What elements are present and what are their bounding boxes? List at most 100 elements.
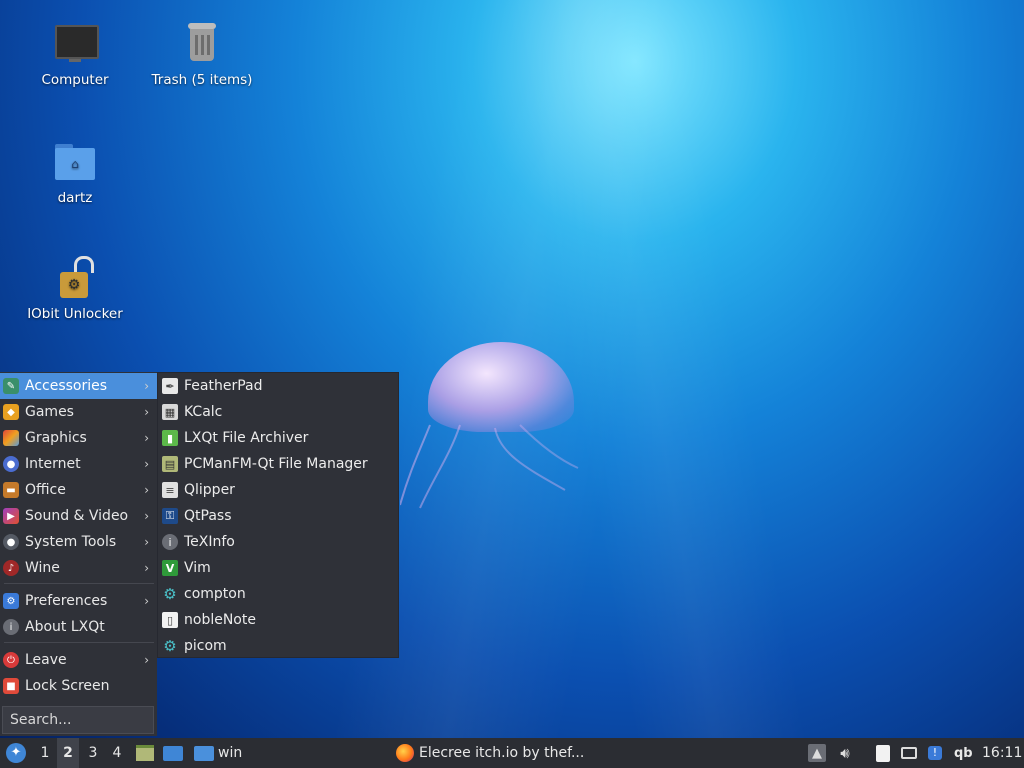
update-notifier-icon[interactable]: ! <box>926 744 944 762</box>
menu-item-graphics[interactable]: Graphics › <box>0 425 157 451</box>
games-icon: ◆ <box>3 404 19 420</box>
workspace-1[interactable]: 1 <box>34 738 56 768</box>
taskbar-folder-label: win <box>218 745 243 761</box>
desktop-icon-label: dartz <box>57 190 93 206</box>
menu-item-games[interactable]: ◆ Games › <box>0 399 157 425</box>
submenu-item-pcmanfm[interactable]: ▤ PCManFM-Qt File Manager <box>158 451 398 477</box>
submenu-item-label: Qlipper <box>184 482 235 498</box>
chevron-right-icon: › <box>144 457 149 471</box>
taskbar-window-firefox[interactable]: Elecree itch.io by thef... <box>396 738 584 768</box>
graphics-icon <box>3 430 19 446</box>
tray-up-arrow-icon[interactable]: ▲ <box>808 744 826 762</box>
desktop-icon-trash[interactable]: Trash (5 items) <box>147 22 257 88</box>
clipboard-tray-icon[interactable] <box>874 744 892 762</box>
menu-item-label: Graphics <box>25 430 87 446</box>
qbittorrent-tray-icon[interactable]: qb <box>954 738 973 768</box>
clock-time: 16:11 <box>982 745 1023 761</box>
internet-icon: ● <box>3 456 19 472</box>
note-icon: ▯ <box>162 612 178 628</box>
menu-item-label: Preferences <box>25 593 108 609</box>
firefox-icon <box>396 744 414 762</box>
submenu-item-label: Vim <box>184 560 211 576</box>
password-icon: ⚿ <box>162 508 178 524</box>
submenu-item-qtpass[interactable]: ⚿ QtPass <box>158 503 398 529</box>
menu-item-office[interactable]: ▬ Office › <box>0 477 157 503</box>
unlocker-icon: ⚙ <box>52 256 98 302</box>
desktop-icon-home[interactable]: ⌂ dartz <box>20 140 130 206</box>
submenu-item-compton[interactable]: ⚙ compton <box>158 581 398 607</box>
menu-item-label: Games <box>25 404 74 420</box>
file-manager-icon: ▤ <box>162 456 178 472</box>
menu-item-sound-video[interactable]: ▶ Sound & Video › <box>0 503 157 529</box>
workspace-label: 1 <box>40 745 50 761</box>
lxqt-logo-icon: ✦ <box>6 743 26 763</box>
submenu-item-texinfo[interactable]: i TeXInfo <box>158 529 398 555</box>
submenu-item-label: compton <box>184 586 246 602</box>
desktop-icon <box>163 745 183 761</box>
chevron-right-icon: › <box>144 535 149 549</box>
submenu-item-file-archiver[interactable]: ▮ LXQt File Archiver <box>158 425 398 451</box>
submenu-item-label: FeatherPad <box>184 378 263 394</box>
desktop-icon-iobit-unlocker[interactable]: ⚙ IObit Unlocker <box>20 256 130 322</box>
workspace-4[interactable]: 4 <box>106 738 128 768</box>
quicklaunch-file-manager[interactable] <box>134 738 156 768</box>
network-icon[interactable] <box>900 744 918 762</box>
desktop-icon-label: Trash (5 items) <box>151 72 253 88</box>
preferences-icon: ⚙ <box>3 593 19 609</box>
submenu-item-vim[interactable]: V Vim <box>158 555 398 581</box>
menu-separator <box>4 642 154 643</box>
submenu-item-featherpad[interactable]: ✒ FeatherPad <box>158 373 398 399</box>
menu-item-system-tools[interactable]: ● System Tools › <box>0 529 157 555</box>
chevron-right-icon: › <box>144 483 149 497</box>
workspace-2[interactable]: 2 <box>57 738 79 768</box>
file-manager-icon <box>136 745 154 761</box>
submenu-item-picom[interactable]: ⚙ picom <box>158 633 398 659</box>
chevron-right-icon: › <box>144 509 149 523</box>
volume-icon[interactable]: 🔊︎ <box>836 744 854 762</box>
gear-icon: ⚙ <box>163 637 177 655</box>
calculator-icon: ▦ <box>162 404 178 420</box>
menu-item-wine[interactable]: ♪ Wine › <box>0 555 157 581</box>
submenu-item-noblenote[interactable]: ▯ nobleNote <box>158 607 398 633</box>
chevron-right-icon: › <box>144 431 149 445</box>
menu-item-label: About LXQt <box>25 619 105 635</box>
quicklaunch-desktop[interactable] <box>162 738 184 768</box>
submenu-item-qlipper[interactable]: ≡ Qlipper <box>158 477 398 503</box>
chevron-right-icon: › <box>144 405 149 419</box>
workspace-label: 3 <box>88 745 98 761</box>
clock[interactable]: 16:11 <box>982 738 1022 768</box>
submenu-item-label: LXQt File Archiver <box>184 430 309 446</box>
menu-item-accessories[interactable]: ✎ Accessories › <box>0 373 157 399</box>
office-icon: ▬ <box>3 482 19 498</box>
search-placeholder: Search... <box>10 712 72 728</box>
taskbar-folder-win[interactable]: win <box>194 738 242 768</box>
wallpaper-tentacles <box>400 424 579 509</box>
menu-item-label: Wine <box>25 560 60 576</box>
menu-item-label: Lock Screen <box>25 678 110 694</box>
menu-item-internet[interactable]: ● Internet › <box>0 451 157 477</box>
taskbar-window-title: Elecree itch.io by thef... <box>419 745 585 761</box>
menu-item-label: Office <box>25 482 66 498</box>
archive-icon: ▮ <box>162 430 178 446</box>
featherpad-icon: ✒ <box>162 378 178 394</box>
desktop-icon-label: IObit Unlocker <box>27 306 123 322</box>
menu-item-preferences[interactable]: ⚙ Preferences › <box>0 588 157 614</box>
menu-item-label: Leave <box>25 652 67 668</box>
submenu-item-label: KCalc <box>184 404 223 420</box>
submenu-item-kcalc[interactable]: ▦ KCalc <box>158 399 398 425</box>
submenu-item-label: QtPass <box>184 508 232 524</box>
menu-item-about-lxqt[interactable]: i About LXQt <box>0 614 157 640</box>
monitor-icon <box>52 22 99 68</box>
menu-separator <box>4 583 154 584</box>
menu-item-leave[interactable]: ⏻ Leave › <box>0 647 157 673</box>
menu-item-lock-screen[interactable]: ■ Lock Screen <box>0 673 157 699</box>
start-menu-button[interactable]: ✦ <box>4 738 28 768</box>
system-tools-icon: ● <box>3 534 19 550</box>
chevron-right-icon: › <box>144 379 149 393</box>
menu-item-label: Internet <box>25 456 81 472</box>
menu-search-input[interactable]: Search... <box>2 706 154 734</box>
menu-item-label: Sound & Video <box>25 508 129 524</box>
workspace-3[interactable]: 3 <box>82 738 104 768</box>
desktop-icon-computer[interactable]: Computer <box>20 22 130 88</box>
submenu-item-label: picom <box>184 638 227 654</box>
